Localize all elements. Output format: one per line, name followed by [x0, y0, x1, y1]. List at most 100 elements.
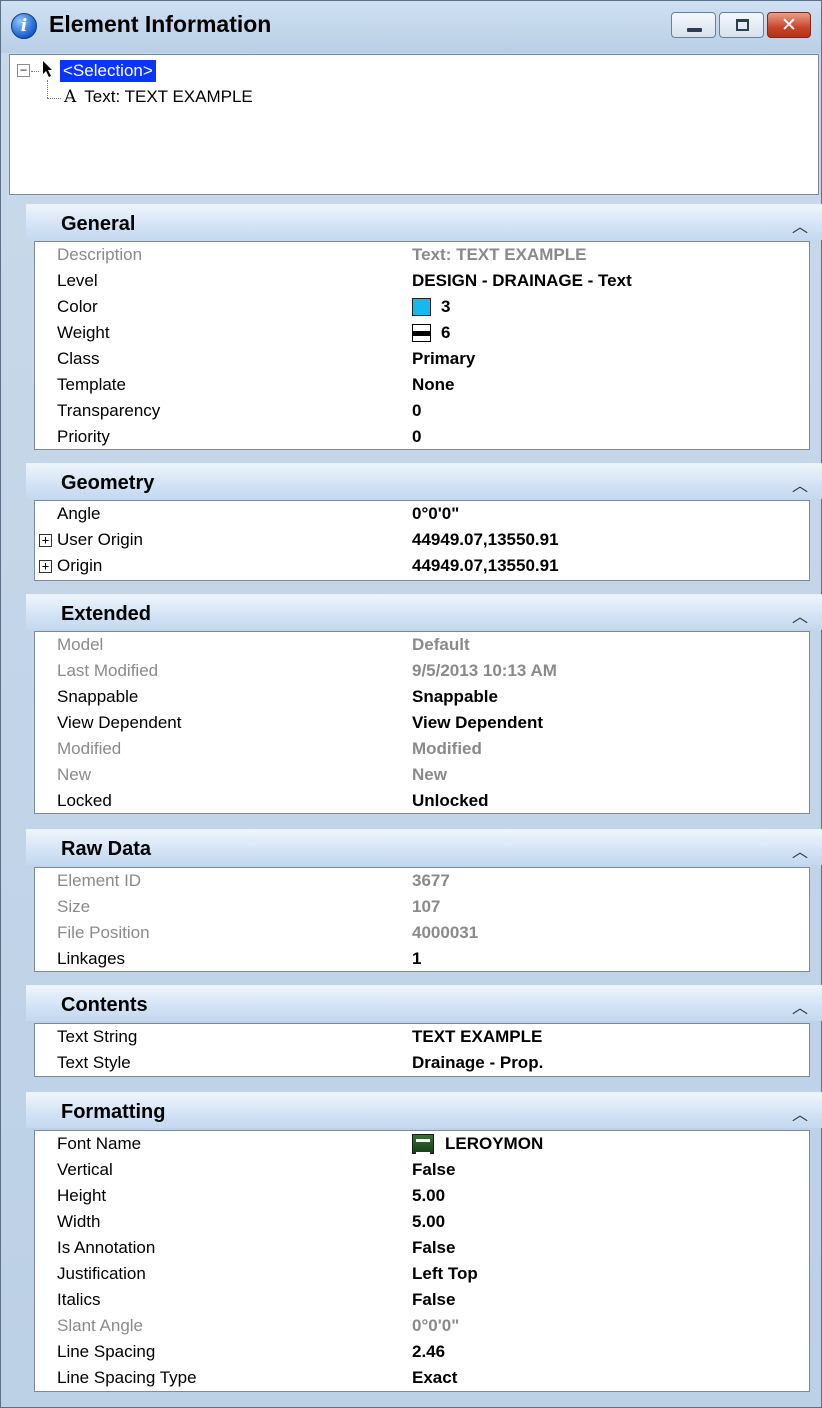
property-label: Snappable — [57, 687, 139, 706]
property-label: Font Name — [57, 1134, 142, 1153]
minimize-icon — [687, 28, 702, 32]
section-header-raw-data[interactable]: Raw Data ︿ — [26, 829, 822, 865]
property-row[interactable]: Last Modified 9/5/2013 10:13 AM — [35, 658, 809, 684]
property-label: Transparency — [57, 401, 161, 420]
section-header-extended[interactable]: Extended ︿ — [26, 594, 822, 630]
property-row[interactable]: Color 3 — [35, 294, 809, 320]
property-label: Is Annotation — [57, 1238, 156, 1257]
property-row[interactable]: Priority 0 — [35, 424, 809, 450]
property-value: 2.46 — [412, 1342, 446, 1361]
collapse-chevron-icon[interactable]: ︿ — [792, 472, 808, 496]
collapse-chevron-icon[interactable]: ︿ — [792, 994, 808, 1018]
property-label: Line Spacing Type — [57, 1368, 197, 1387]
property-label: Size — [57, 897, 91, 916]
property-row[interactable]: Angle 0°0'0" — [35, 501, 809, 527]
property-row[interactable]: Description Text: TEXT EXAMPLE — [35, 242, 809, 268]
expand-plus-icon[interactable]: + — [39, 560, 52, 573]
info-icon: i — [11, 13, 37, 39]
property-value: Text: TEXT EXAMPLE — [412, 245, 587, 264]
property-value: 0°0'0" — [412, 1316, 460, 1335]
font-icon — [412, 1134, 434, 1155]
line-weight-icon — [412, 324, 431, 342]
section-title-raw-data: Raw Data — [61, 838, 152, 860]
property-row[interactable]: Element ID 3677 — [35, 868, 809, 894]
property-value: 1 — [412, 949, 422, 968]
property-label: Height — [57, 1186, 107, 1205]
collapse-chevron-icon[interactable]: ︿ — [792, 213, 808, 237]
property-value: Default — [412, 635, 470, 654]
property-value: 4000031 — [412, 923, 479, 942]
section-title-formatting: Formatting — [61, 1101, 166, 1123]
property-row[interactable]: Class Primary — [35, 346, 809, 372]
property-value: Unlocked — [412, 791, 489, 810]
property-row[interactable]: Slant Angle 0°0'0" — [35, 1313, 809, 1339]
property-value: Primary — [412, 349, 476, 368]
property-label: Element ID — [57, 871, 142, 890]
property-label: Weight — [57, 323, 110, 342]
property-row[interactable]: Italics False — [35, 1287, 809, 1313]
property-row[interactable]: Is Annotation False — [35, 1235, 809, 1261]
property-value: 44949.07,13550.91 — [412, 530, 559, 549]
property-row[interactable]: Font Name LEROYMON — [35, 1131, 809, 1157]
selection-tree[interactable]: − <Selection> A Text: TEXT EXAMPLE — [9, 54, 819, 195]
property-value: New — [412, 765, 447, 784]
property-value: 44949.07,13550.91 — [412, 556, 559, 575]
property-row[interactable]: Level DESIGN - DRAINAGE - Text — [35, 268, 809, 294]
property-label: Description — [57, 245, 143, 264]
collapse-chevron-icon[interactable]: ︿ — [792, 838, 808, 862]
collapse-chevron-icon[interactable]: ︿ — [792, 603, 808, 627]
property-row[interactable]: Height 5.00 — [35, 1183, 809, 1209]
tree-item-text-label: Text: TEXT EXAMPLE — [84, 87, 253, 106]
property-row[interactable]: Template None — [35, 372, 809, 398]
property-label: View Dependent — [57, 713, 182, 732]
section-header-formatting[interactable]: Formatting ︿ — [26, 1092, 822, 1128]
property-value: False — [412, 1290, 456, 1309]
section-body-extended: Model Default Last Modified 9/5/2013 10:… — [34, 631, 810, 814]
section-header-geometry[interactable]: Geometry ︿ — [26, 463, 822, 499]
property-value: Exact — [412, 1368, 458, 1387]
property-row[interactable]: File Position 4000031 — [35, 920, 809, 946]
property-row[interactable]: Line Spacing Type Exact — [35, 1365, 809, 1391]
property-row[interactable]: New New — [35, 762, 809, 788]
property-value: TEXT EXAMPLE — [412, 1027, 543, 1046]
property-label: Vertical — [57, 1160, 113, 1179]
tree-item-text[interactable]: A Text: TEXT EXAMPLE — [64, 87, 253, 109]
section-header-general[interactable]: General ︿ — [26, 204, 822, 240]
property-row[interactable]: Text Style Drainage - Prop. — [35, 1050, 809, 1076]
property-row[interactable]: Modified Modified — [35, 736, 809, 762]
property-value: Modified — [412, 739, 482, 758]
property-row[interactable]: Line Spacing 2.46 — [35, 1339, 809, 1365]
property-row[interactable]: Snappable Snappable — [35, 684, 809, 710]
tree-collapse-toggle[interactable]: − — [17, 64, 30, 77]
expand-plus-icon[interactable]: + — [39, 534, 52, 547]
property-value: 3677 — [412, 871, 450, 890]
title-bar[interactable]: i Element Information ✕ — [1, 1, 821, 53]
property-row[interactable]: + User Origin 44949.07,13550.91 — [35, 527, 809, 553]
property-row[interactable]: Text String TEXT EXAMPLE — [35, 1024, 809, 1050]
property-row[interactable]: Linkages 1 — [35, 946, 809, 972]
property-row[interactable]: Width 5.00 — [35, 1209, 809, 1235]
property-row[interactable]: Locked Unlocked — [35, 788, 809, 814]
section-header-contents[interactable]: Contents ︿ — [26, 985, 822, 1021]
property-row[interactable]: Vertical False — [35, 1157, 809, 1183]
close-button[interactable]: ✕ — [767, 12, 811, 38]
property-row[interactable]: View Dependent View Dependent — [35, 710, 809, 736]
property-label: Locked — [57, 791, 112, 810]
property-label: Color — [57, 297, 98, 316]
property-label: Italics — [57, 1290, 101, 1309]
property-row[interactable]: Model Default — [35, 632, 809, 658]
property-value: DESIGN - DRAINAGE - Text — [412, 271, 632, 290]
collapse-chevron-icon[interactable]: ︿ — [792, 1101, 808, 1125]
property-row[interactable]: Weight 6 — [35, 320, 809, 346]
property-label: Slant Angle — [57, 1316, 144, 1335]
property-row[interactable]: + Origin 44949.07,13550.91 — [35, 553, 809, 579]
section-title-general: General — [61, 213, 136, 235]
maximize-button[interactable] — [719, 12, 764, 38]
minimize-button[interactable] — [671, 12, 716, 38]
property-row[interactable]: Size 107 — [35, 894, 809, 920]
property-value: 0 — [412, 427, 422, 446]
property-label: Line Spacing — [57, 1342, 156, 1361]
property-row[interactable]: Justification Left Top — [35, 1261, 809, 1287]
property-row[interactable]: Transparency 0 — [35, 398, 809, 424]
property-label: Last Modified — [57, 661, 159, 680]
